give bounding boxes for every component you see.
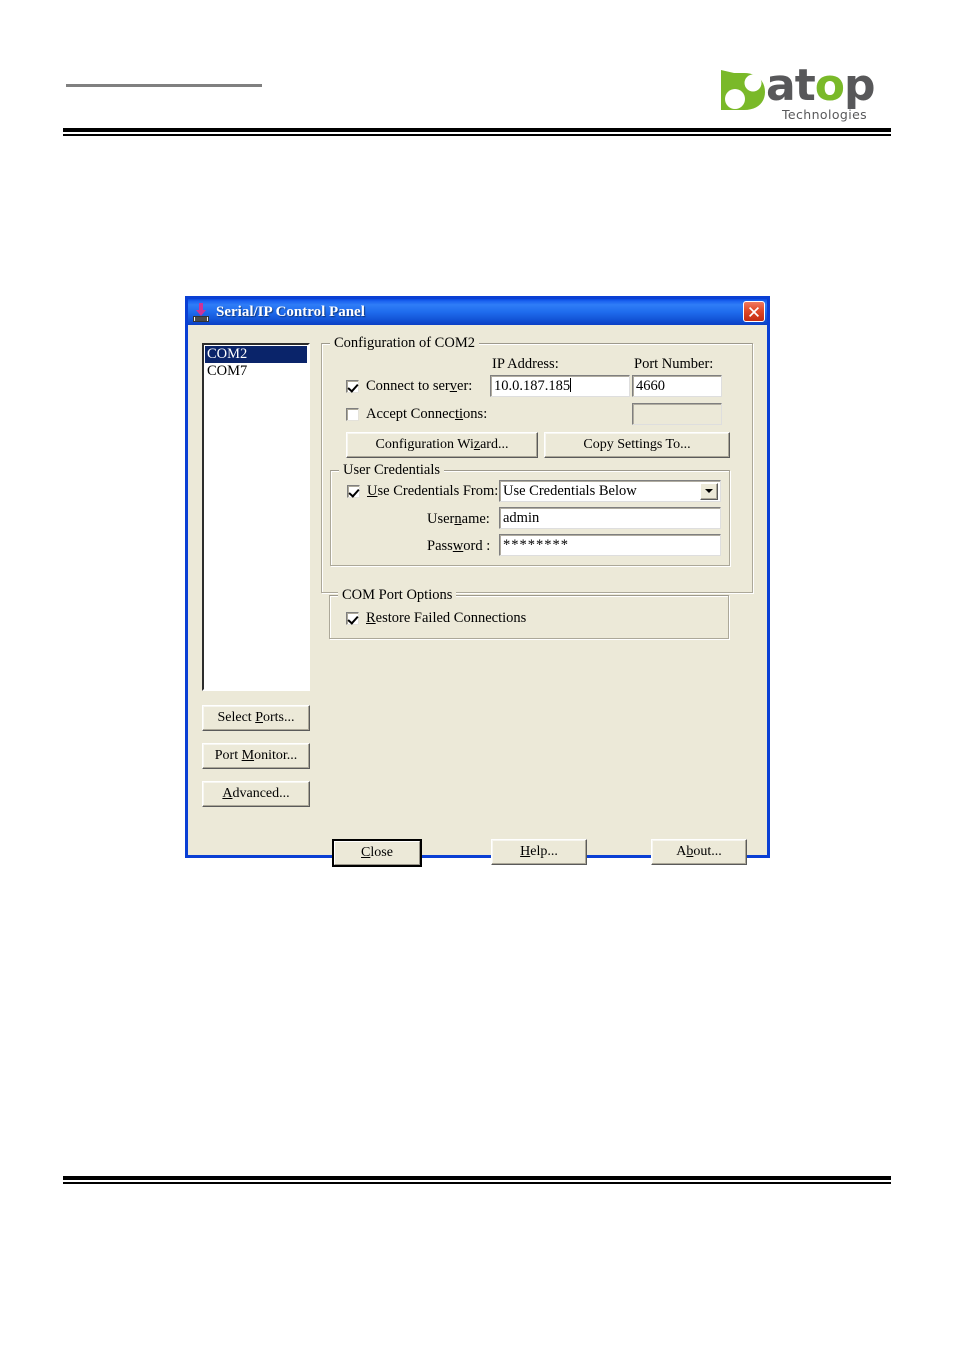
- logo-word-p: p: [843, 60, 875, 111]
- select-ports-label: Select Ports...: [217, 710, 295, 725]
- restore-failed-connections-checkbox[interactable]: Restore Failed Connections: [346, 610, 526, 627]
- use-credentials-from-label: Use Credentials From:: [367, 483, 499, 499]
- configuration-groupbox: Configuration of COM2 IP Address: Port N…: [321, 335, 753, 593]
- password-label: Password :: [427, 538, 491, 554]
- header-rule: [63, 128, 891, 136]
- accept-connections-label: Accept Connections:: [366, 406, 488, 422]
- help-button[interactable]: Help...: [491, 839, 587, 865]
- restore-failed-connections-label: Restore Failed Connections: [366, 610, 527, 626]
- com-port-listbox[interactable]: COM2 COM7: [202, 343, 310, 691]
- ip-address-input[interactable]: 10.0.187.185: [490, 375, 630, 397]
- credentials-source-select[interactable]: Use Credentials Below: [499, 480, 721, 502]
- close-icon[interactable]: [743, 301, 765, 322]
- chevron-down-icon[interactable]: [700, 482, 718, 500]
- user-credentials-groupbox: User Credentials Use Credentials From: U…: [330, 462, 730, 566]
- dialog-body: COM2 COM7 Select Ports... Port Monitor..…: [188, 325, 767, 867]
- username-label: Username:: [427, 511, 490, 527]
- configuration-wizard-button[interactable]: Configuration Wizard...: [346, 432, 538, 458]
- configuration-wizard-label: Configuration Wizard...: [375, 437, 509, 452]
- user-credentials-group-title: User Credentials: [339, 462, 445, 479]
- ip-address-label: IP Address:: [492, 356, 559, 372]
- logo-word-o: o: [814, 60, 845, 111]
- com-port-options-group-title: COM Port Options: [338, 587, 457, 604]
- copy-settings-to-label: Copy Settings To...: [583, 437, 691, 452]
- list-item[interactable]: COM2: [205, 346, 307, 363]
- logo-tagline: Technologies: [782, 107, 868, 122]
- window-title: Serial/IP Control Panel: [216, 303, 365, 320]
- window-titlebar[interactable]: Serial/IP Control Panel: [188, 299, 767, 325]
- port-monitor-button[interactable]: Port Monitor...: [202, 743, 310, 769]
- port-monitor-label: Port Monitor...: [214, 748, 298, 763]
- atop-wordmark: atop: [766, 60, 875, 111]
- help-button-label: Help...: [520, 844, 558, 859]
- use-credentials-from-checkbox[interactable]: Use Credentials From:: [347, 483, 498, 500]
- advanced-label: Advanced...: [222, 786, 290, 801]
- close-button[interactable]: Close: [332, 839, 422, 867]
- com-port-options-groupbox: COM Port Options Restore Failed Connecti…: [329, 587, 729, 639]
- connect-to-server-checkbox[interactable]: Connect to server:: [346, 378, 472, 395]
- port-number-label: Port Number:: [634, 356, 714, 372]
- password-input[interactable]: ********: [499, 534, 721, 556]
- port-number-input[interactable]: 4660: [632, 375, 722, 397]
- connect-to-server-label: Connect to server:: [366, 378, 473, 394]
- accept-connections-checkbox[interactable]: Accept Connections:: [346, 406, 487, 423]
- about-button[interactable]: About...: [651, 839, 747, 865]
- select-ports-button[interactable]: Select Ports...: [202, 705, 310, 731]
- logo-word-at: at: [766, 60, 816, 111]
- atop-logo: atop Technologies: [718, 62, 890, 124]
- serial-port-download-icon: [192, 302, 210, 322]
- list-item[interactable]: COM7: [205, 363, 307, 380]
- advanced-button[interactable]: Advanced...: [202, 781, 310, 807]
- footer-rule: [63, 1176, 891, 1184]
- header-redacted-rule: [66, 84, 262, 87]
- use-credentials-from-checkbox-box[interactable]: [347, 485, 360, 498]
- username-input[interactable]: admin: [499, 507, 721, 529]
- accept-port-number-input[interactable]: [632, 403, 722, 425]
- configuration-group-title: Configuration of COM2: [330, 335, 479, 352]
- credentials-source-value: Use Credentials Below: [503, 482, 637, 499]
- copy-settings-to-button[interactable]: Copy Settings To...: [544, 432, 730, 458]
- accept-connections-checkbox-box[interactable]: [346, 408, 359, 421]
- connect-to-server-checkbox-box[interactable]: [346, 380, 359, 393]
- serial-ip-control-panel-window: Serial/IP Control Panel COM2 COM7 Select…: [185, 296, 770, 867]
- ip-address-value: 10.0.187.185: [494, 378, 571, 394]
- close-button-label: Close: [361, 845, 393, 860]
- about-button-label: About...: [676, 844, 722, 859]
- restore-failed-connections-checkbox-box[interactable]: [346, 612, 359, 625]
- atop-logo-mark: [721, 70, 765, 110]
